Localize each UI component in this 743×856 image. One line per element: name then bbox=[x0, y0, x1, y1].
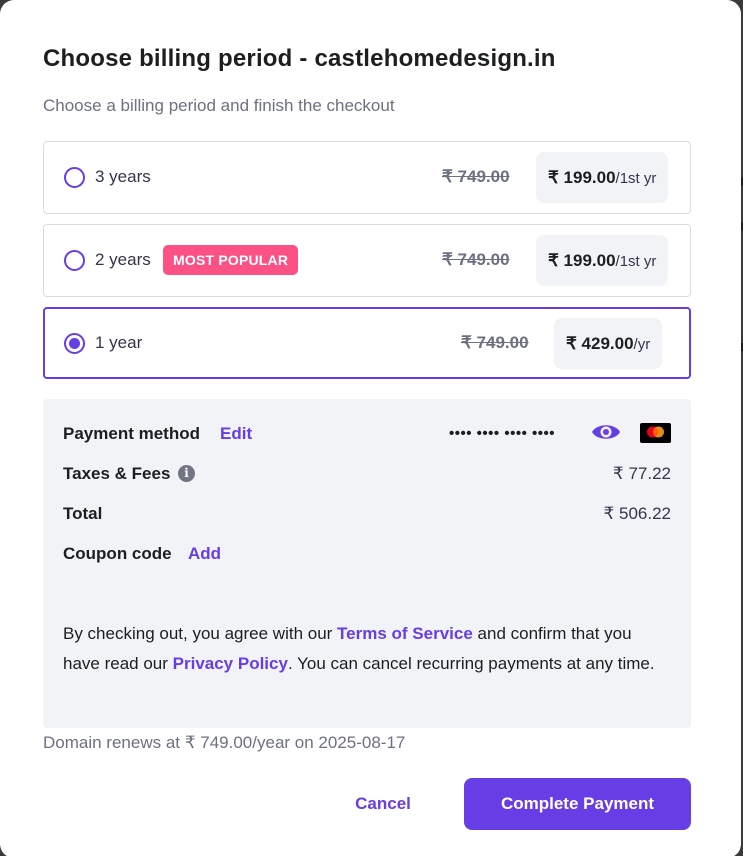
dialog-title: Choose billing period - castlehomedesign… bbox=[43, 45, 556, 72]
price-period: /1st yr bbox=[615, 170, 657, 187]
mastercard-icon bbox=[640, 423, 671, 443]
terms-of-service-link[interactable]: Terms of Service bbox=[337, 624, 473, 643]
radio-button-selected[interactable] bbox=[64, 333, 85, 354]
option-label: 1 year bbox=[95, 333, 143, 352]
price-box: ₹ 429.00/yr bbox=[554, 318, 663, 369]
radio-button[interactable] bbox=[64, 250, 85, 271]
original-price: ₹ 749.00 bbox=[442, 167, 510, 186]
most-popular-badge: MOST POPULAR bbox=[163, 245, 299, 275]
taxes-fees-value: ₹ 77.22 bbox=[612, 464, 671, 483]
option-label: 2 years bbox=[95, 250, 151, 269]
coupon-code-label: Coupon code bbox=[63, 544, 172, 563]
original-price: ₹ 749.00 bbox=[442, 250, 510, 269]
order-summary: Payment method Edit •••• •••• •••• •••• … bbox=[43, 399, 691, 728]
price-period: /1st yr bbox=[615, 253, 657, 270]
total-label: Total bbox=[63, 504, 103, 523]
discount-price: ₹ 199.00 bbox=[548, 168, 616, 187]
total-value: ₹ 506.22 bbox=[603, 504, 671, 523]
discount-price: ₹ 429.00 bbox=[566, 334, 634, 353]
price-period: /yr bbox=[633, 336, 651, 353]
edit-payment-link[interactable]: Edit bbox=[220, 424, 252, 444]
complete-payment-button[interactable]: Complete Payment bbox=[464, 778, 691, 830]
price-box: ₹ 199.00/1st yr bbox=[536, 152, 669, 203]
payment-method-label: Payment method bbox=[63, 424, 200, 443]
taxes-fees-label: Taxes & Fees bbox=[63, 464, 171, 483]
legal-notice: By checking out, you agree with our Term… bbox=[63, 619, 663, 679]
privacy-policy-link[interactable]: Privacy Policy bbox=[173, 654, 288, 673]
legal-text: . You can cancel recurring payments at a… bbox=[287, 654, 655, 673]
billing-option-2-years[interactable]: 2 years MOST POPULAR ₹ 749.00 ₹ 199.00/1… bbox=[43, 224, 691, 297]
dialog-subtitle: Choose a billing period and finish the c… bbox=[43, 96, 395, 115]
original-price: ₹ 749.00 bbox=[461, 333, 529, 352]
radio-dot bbox=[69, 338, 80, 349]
add-coupon-link[interactable]: Add bbox=[188, 544, 221, 564]
billing-period-dialog: Choose billing period - castlehomedesign… bbox=[0, 0, 741, 856]
renewal-note: Domain renews at ₹ 749.00/year on 2025-0… bbox=[43, 733, 406, 752]
billing-option-3-years[interactable]: 3 years ₹ 749.00 ₹ 199.00/1st yr bbox=[43, 141, 691, 214]
price-box: ₹ 199.00/1st yr bbox=[536, 235, 669, 286]
masked-card-number: •••• •••• •••• •••• bbox=[449, 425, 556, 442]
billing-option-1-year[interactable]: 1 year ₹ 749.00 ₹ 429.00/yr bbox=[43, 307, 691, 379]
radio-button[interactable] bbox=[64, 167, 85, 188]
cancel-button[interactable]: Cancel bbox=[335, 778, 431, 830]
info-icon[interactable]: i bbox=[178, 465, 195, 482]
legal-text: By checking out, you agree with our bbox=[63, 624, 338, 643]
eye-icon[interactable] bbox=[591, 421, 621, 443]
option-label: 3 years bbox=[95, 167, 151, 186]
discount-price: ₹ 199.00 bbox=[548, 251, 616, 270]
